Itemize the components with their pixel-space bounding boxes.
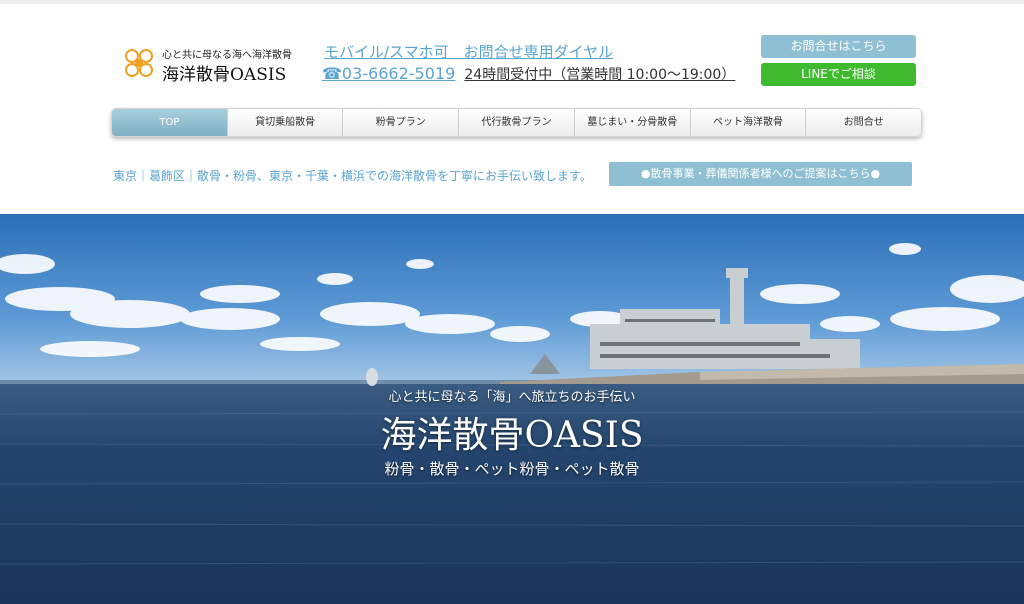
- logo-tagline: 心と共に母なる海へ海洋散骨: [162, 50, 292, 61]
- top-border: [0, 0, 1024, 4]
- nav-item-top[interactable]: TOP: [112, 109, 228, 136]
- hero-title: 海洋散骨OASIS: [380, 415, 644, 456]
- hero-services: 粉骨・散骨・ペット粉骨・ペット散骨: [384, 460, 640, 478]
- nav-item-grave-closing[interactable]: 墓じまい・分骨散骨: [575, 109, 691, 136]
- nav-item-pet-scattering[interactable]: ペット海洋散骨: [691, 109, 807, 136]
- site-logo[interactable]: 心と共に母なる海へ海洋散骨 海洋散骨OASIS: [122, 44, 302, 85]
- business-hours: 24時間受付中（営業時間 10:00〜19:00）: [464, 67, 736, 83]
- inquiry-button[interactable]: お問合せはこちら: [761, 35, 916, 58]
- nav-item-charter-boat[interactable]: 貸切乗船散骨: [228, 109, 344, 136]
- contact-title-link[interactable]: モバイル/スマホ可 お問合せ専用ダイヤル: [324, 41, 613, 62]
- logo-name: 海洋散骨OASIS: [162, 65, 287, 85]
- line-consult-button[interactable]: LINEでご相談: [761, 63, 916, 86]
- nav-item-contact[interactable]: お問合せ: [806, 109, 921, 136]
- nav-item-powdering-plan[interactable]: 粉骨プラン: [343, 109, 460, 136]
- phone-link[interactable]: ☎03-6662-5019: [322, 64, 455, 83]
- hero-image: 心と共に母なる「海」へ旅立ちのお手伝い 海洋散骨OASIS 粉骨・散骨・ペット粉…: [0, 214, 1024, 604]
- proposal-button[interactable]: ●散骨事業・葬儀関係者様へのご提案はこちら●: [609, 162, 912, 186]
- main-nav: TOP 貸切乗船散骨 粉骨プラン 代行散骨プラン 墓じまい・分骨散骨 ペット海洋…: [111, 108, 922, 137]
- nav-item-proxy-plan[interactable]: 代行散骨プラン: [459, 109, 575, 136]
- site-tagline: 東京｜葛飾区｜散骨・粉骨、東京・千葉・横浜での海洋散骨を丁寧にお手伝い致します。: [113, 169, 592, 183]
- hero-subtitle: 心と共に母なる「海」へ旅立ちのお手伝い: [388, 390, 636, 405]
- phone-row: ☎03-6662-5019 24時間受付中（営業時間 10:00〜19:00）: [322, 64, 735, 84]
- flower-logo-icon: [125, 49, 153, 77]
